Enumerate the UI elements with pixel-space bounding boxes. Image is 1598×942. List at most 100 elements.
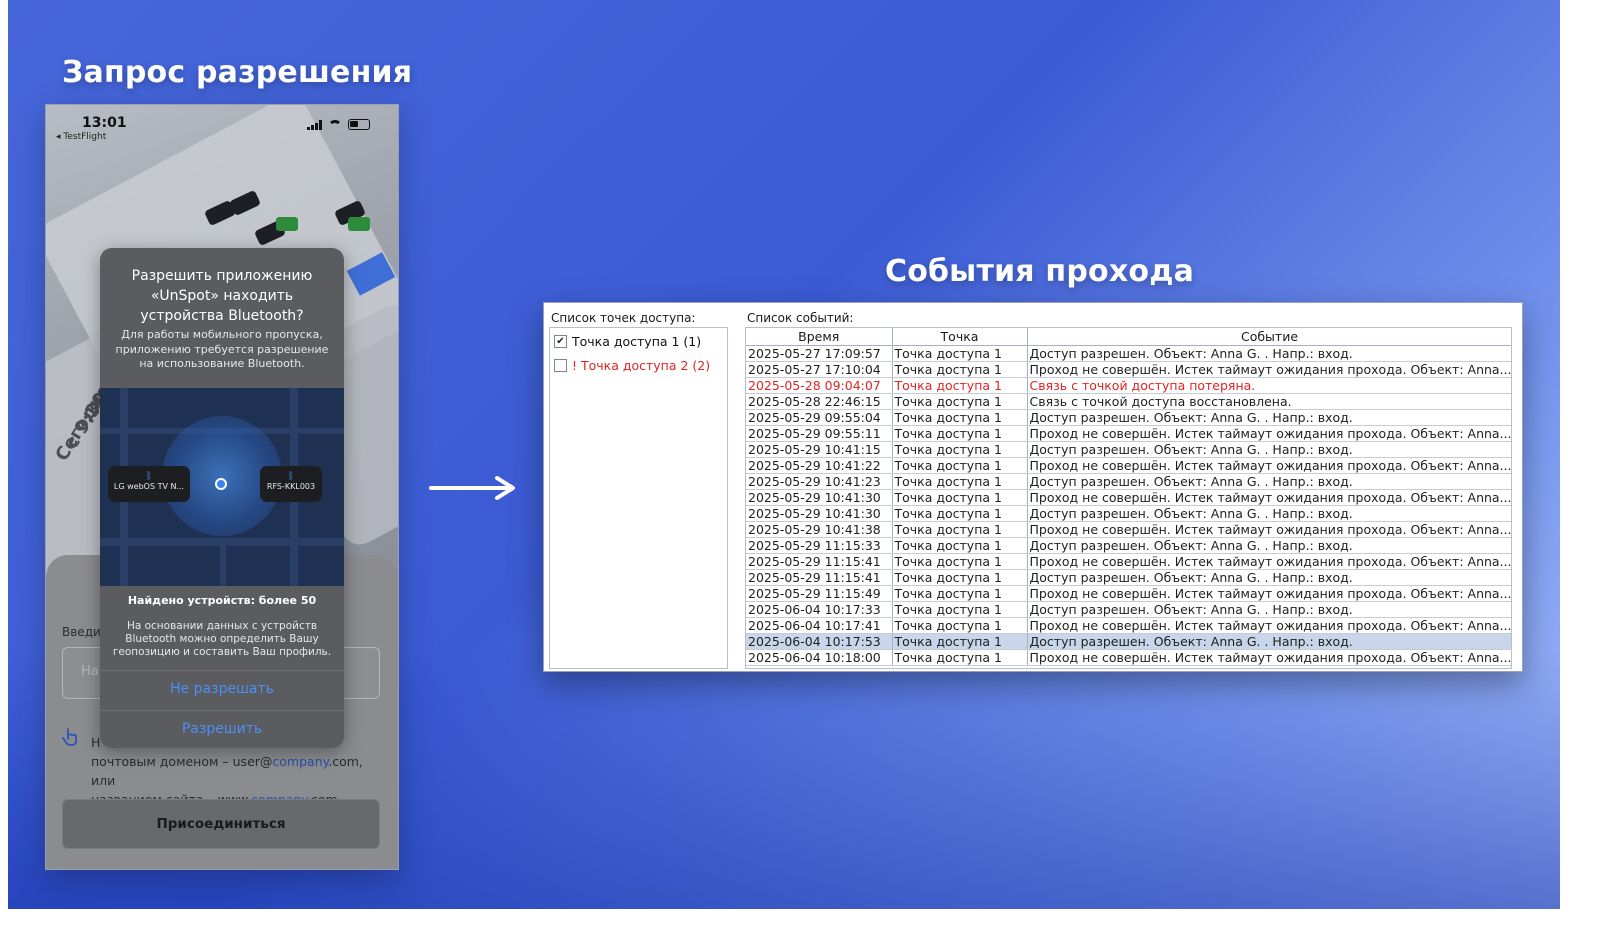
status-time: 13:01 [82,115,127,131]
cell-time: 2025-05-28 22:46:15 [746,393,893,410]
bluetooth-permission-alert: Разрешить приложению «UnSpot» находить у… [100,248,344,748]
cell-point: Точка доступа 1 [892,473,1028,490]
cell-event: Связь с точкой доступа восстановлена. [1027,393,1511,410]
enter-label: Введи [62,625,101,639]
cell-event: Проход не совершён. Истек таймаут ожидан… [1027,585,1511,602]
cellular-signal-icon [307,119,322,130]
cell-time: 2025-05-29 10:41:38 [746,521,893,538]
arrow-right-icon [429,476,515,500]
deny-button[interactable]: Не разрешать [100,681,344,697]
allow-button[interactable]: Разрешить [100,721,344,737]
table-row[interactable]: 2025-05-29 11:15:33 Точка доступа 1 Доступ… [746,537,1511,554]
device-chip: ᛒ LG webOS TV N... [108,466,190,502]
cell-time: 2025-05-29 10:41:22 [746,457,893,474]
table-row[interactable]: 2025-05-29 10:41:22 Точка доступа 1 Проход… [746,457,1511,474]
cell-event: Проход не совершён. Истек таймаут ожидан… [1027,649,1511,666]
cell-event: Доступ разрешен. Объект: Anna G. . Напр.… [1027,409,1511,426]
cell-event: Проход не совершён. Истек таймаут ожидан… [1027,457,1511,474]
location-dot-icon [215,478,227,490]
hint-prefix: Н [91,735,101,750]
table-row[interactable]: 2025-05-28 22:46:15 Точка доступа 1 Связь … [746,393,1511,410]
cell-point: Точка доступа 1 [892,633,1028,650]
table-row[interactable]: 2025-05-29 09:55:04 Точка доступа 1 Доступ… [746,409,1511,426]
hint-line1: почтовым доменом – user@ [91,754,273,769]
table-row[interactable]: 2025-06-04 10:17:41 Точка доступа 1 Проход… [746,617,1511,634]
checkbox-icon[interactable] [554,358,567,372]
table-row[interactable]: 2025-05-29 09:55:11 Точка доступа 1 Проход… [746,425,1511,442]
table-row[interactable]: 2025-06-04 10:17:33 Точка доступа 1 Доступ… [746,601,1511,618]
alert-description: Для работы мобильного пропуска, приложен… [115,328,329,370]
cell-time: 2025-05-29 09:55:11 [746,425,893,442]
table-row[interactable]: 2025-05-27 17:09:57 Точка доступа 1 Доступ… [746,345,1511,362]
bluetooth-radar-map: ᛒ LG webOS TV N... ᛒ RFS-KKL003 [100,388,344,586]
access-point-label: Точка доступа 1 (1) [572,333,702,349]
cell-time: 2025-05-29 10:41:15 [746,441,893,458]
hand-pointer-icon [62,727,80,747]
join-button[interactable]: Присоединиться [62,799,380,849]
column-header-time[interactable]: Время [746,328,893,346]
cell-event: Доступ разрешен. Объект: Anna G. . Напр.… [1027,441,1511,458]
cell-point: Точка доступа 1 [892,569,1028,586]
testflight-back-link[interactable]: ◂ TestFlight [56,132,106,142]
table-row[interactable]: 2025-06-04 10:17:53 Точка доступа 1 Доступ… [746,633,1511,650]
cell-point: Точка доступа 1 [892,649,1028,666]
cell-event: Доступ разрешен. Объект: Anna G. . Напр.… [1027,601,1511,618]
table-row[interactable]: 2025-05-29 11:15:49 Точка доступа 1 Проход… [746,585,1511,602]
cell-time: 2025-05-29 10:41:30 [746,505,893,522]
table-header: Время Точка Событие [746,328,1511,346]
cell-event: Проход не совершён. Истек таймаут ожидан… [1027,553,1511,570]
cell-point: Точка доступа 1 [892,425,1028,442]
cell-time: 2025-06-04 10:17:33 [746,601,893,618]
column-header-point[interactable]: Точка [892,328,1028,346]
table-row[interactable]: 2025-05-29 10:41:23 Точка доступа 1 Доступ… [746,473,1511,490]
cell-event: Доступ разрешен. Объект: Anna G. . Напр.… [1027,537,1511,554]
table-row[interactable]: 2025-05-29 10:41:38 Точка доступа 1 Проход… [746,521,1511,538]
desk-marker [276,217,298,231]
column-header-event[interactable]: Событие [1027,328,1511,346]
table-row[interactable]: 2025-06-04 10:18:00 Точка доступа 1 Проход… [746,649,1511,666]
cell-point: Точка доступа 1 [892,617,1028,634]
bluetooth-icon: ᛒ [288,471,294,482]
access-points-label: Список точек доступа: [551,311,696,325]
table-row[interactable]: 2025-05-27 17:10:04 Точка доступа 1 Проход… [746,361,1511,378]
devices-found-description: На основании данных с устройств Bluetoot… [112,620,332,658]
cell-point: Точка доступа 1 [892,521,1028,538]
access-point-label: ! Точка доступа 2 (2) [572,357,711,373]
table-row[interactable]: 2025-05-29 11:15:41 Точка доступа 1 Проход… [746,553,1511,570]
device-name: LG webOS TV N... [113,482,185,491]
alert-title: Разрешить приложению «UnSpot» находить у… [131,268,313,324]
hint-domain-link: company [272,754,329,769]
cell-event: Доступ разрешен. Объект: Anna G. . Напр.… [1027,633,1511,650]
cell-time: 2025-06-04 10:18:00 [746,649,893,666]
cell-point: Точка доступа 1 [892,377,1028,394]
cell-time: 2025-06-04 10:17:53 [746,633,893,650]
checkbox-icon[interactable]: ✔ [554,334,567,348]
table-row[interactable]: 2025-05-29 10:41:30 Точка доступа 1 Проход… [746,489,1511,506]
cell-event: Проход не совершён. Истек таймаут ожидан… [1027,361,1511,378]
battery-icon [348,119,370,130]
cell-point: Точка доступа 1 [892,537,1028,554]
table-row[interactable]: 2025-05-29 10:41:30 Точка доступа 1 Доступ… [746,505,1511,522]
cell-time: 2025-05-29 10:41:23 [746,473,893,490]
cell-event: Доступ разрешен. Объект: Anna G. . Напр.… [1027,569,1511,586]
cell-event: Проход не совершён. Истек таймаут ожидан… [1027,489,1511,506]
table-row[interactable]: 2025-05-29 11:15:41 Точка доступа 1 Доступ… [746,569,1511,586]
cell-time: 2025-05-27 17:09:57 [746,345,893,362]
table-row[interactable]: 2025-05-28 09:04:07 Точка доступа 1 Связь … [746,377,1511,394]
company-input-placeholder: На [81,664,99,679]
table-row[interactable]: 2025-05-29 10:41:15 Точка доступа 1 Доступ… [746,441,1511,458]
alert-divider [100,670,344,671]
cell-event: Проход не совершён. Истек таймаут ожидан… [1027,425,1511,442]
wifi-icon [328,119,342,130]
bluetooth-icon: ᛒ [146,471,152,482]
events-table: Время Точка Событие 2025-05-27 17:09:57 Т… [745,327,1512,669]
phone-screenshot: Сегодня в с 9:30 13:01 ◂ TestFlight Введ… [45,104,399,870]
cell-time: 2025-05-29 10:41:30 [746,489,893,506]
status-bar: 13:01 ◂ TestFlight [46,105,398,145]
cell-point: Точка доступа 1 [892,345,1028,362]
access-point-item[interactable]: ✔ Точка доступа 1 (1) [554,331,701,351]
desk-marker [348,217,370,231]
cell-point: Точка доступа 1 [892,489,1028,506]
cell-event: Связь с точкой доступа потеряна. [1027,377,1511,394]
access-point-item[interactable]: ! Точка доступа 2 (2) [554,355,710,375]
